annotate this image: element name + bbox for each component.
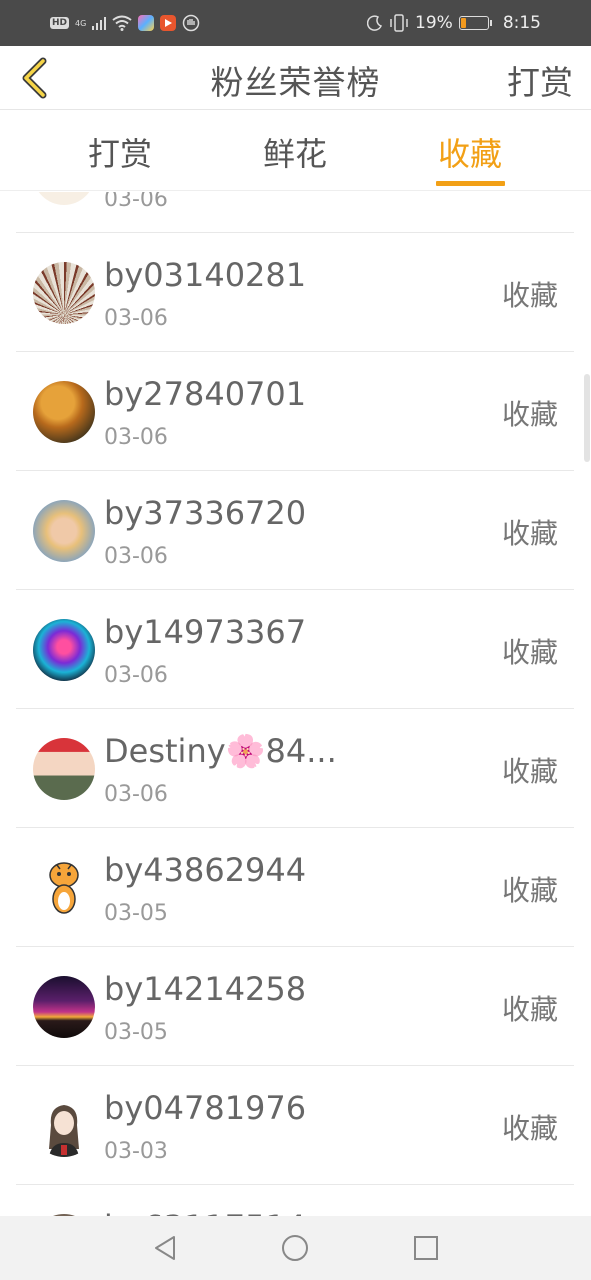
- favorite-date: 03-06: [104, 782, 168, 807]
- avatar-woman-sunglasses: [33, 500, 95, 562]
- nav-back-icon: [155, 1236, 175, 1260]
- nav-recents-icon: [414, 1236, 438, 1260]
- list-item[interactable]: by14973367 03-06 收藏: [16, 591, 574, 709]
- clock: 8:15: [502, 13, 541, 33]
- record-type: 收藏: [501, 755, 558, 788]
- header: 粉丝荣誉榜 打赏: [0, 46, 591, 110]
- favorite-date: 03-06: [104, 192, 168, 212]
- fan-list[interactable]: 03-06 by03140281 03-06 收藏 by27840701 03-…: [0, 192, 591, 1216]
- user-name: by03140281: [104, 256, 307, 294]
- avatar-sunset: [33, 976, 95, 1038]
- battery-percent: 19%: [415, 13, 453, 33]
- record-type: 收藏: [501, 279, 558, 312]
- user-name: by27840701: [104, 375, 307, 413]
- user-name: by04781976: [104, 1089, 307, 1127]
- list-item[interactable]: by37336720 03-06 收藏: [16, 472, 574, 590]
- record-type: 收藏: [501, 993, 558, 1026]
- user-name: by14973367: [104, 613, 307, 651]
- list-item[interactable]: Destiny🌸84... 03-06 收藏: [16, 710, 574, 828]
- favorite-date: 03-05: [104, 901, 168, 926]
- nav-home-icon: [282, 1235, 308, 1261]
- status-right: 19% 8:15: [367, 10, 541, 36]
- record-type: 收藏: [501, 874, 558, 907]
- user-name: by43862944: [104, 851, 307, 889]
- tab-active-indicator: [436, 181, 505, 186]
- list-item[interactable]: by14214258 03-05 收藏: [16, 948, 574, 1066]
- favorite-date: 03-06: [104, 663, 168, 688]
- list-item[interactable]: by03140281 03-06 收藏: [16, 234, 574, 352]
- reward-button[interactable]: 打赏: [507, 56, 573, 104]
- nav-back-button[interactable]: [149, 1232, 181, 1264]
- vibrate-icon: [390, 14, 408, 32]
- list-item[interactable]: by43862944 03-05 收藏: [16, 829, 574, 947]
- user-name: by63117514: [104, 1208, 306, 1216]
- video-app-icon: [160, 15, 177, 31]
- favorite-date: 03-06: [104, 544, 168, 569]
- list-item[interactable]: by04781976 03-03 收藏: [16, 1067, 574, 1185]
- tab-reward[interactable]: 打赏: [60, 129, 180, 175]
- status-bar: HD 4G 19% 8:15: [0, 0, 591, 46]
- user-name: Destiny🌸84...: [104, 732, 337, 770]
- record-type: 收藏: [501, 1112, 558, 1145]
- nav-home-button[interactable]: [279, 1232, 311, 1264]
- user-name: by37336720: [104, 494, 307, 532]
- list-item[interactable]: by27840701 03-06 收藏: [16, 353, 574, 471]
- hd-icon: HD: [50, 17, 70, 29]
- avatar-autumn-tree: [33, 381, 95, 443]
- record-type: 收藏: [501, 398, 558, 431]
- record-type: 收藏: [501, 517, 558, 550]
- signal-icon: [92, 17, 107, 30]
- wifi-icon: [112, 15, 132, 31]
- record-type: 收藏: [501, 636, 558, 669]
- app-icon: [138, 15, 155, 31]
- avatar-food: [33, 192, 95, 205]
- avatar-cartoon-tiger: [33, 857, 95, 919]
- user-name: by14214258: [104, 970, 307, 1008]
- favorite-date: 03-06: [104, 425, 168, 450]
- tab-favorites[interactable]: 收藏: [410, 129, 530, 175]
- avatar-anime-girl: [33, 1095, 95, 1157]
- favorite-date: 03-06: [104, 306, 168, 331]
- status-left: HD 4G: [50, 11, 200, 35]
- avatar-neon-art: [33, 619, 95, 681]
- nav-recents-button[interactable]: [410, 1232, 442, 1264]
- tab-flowers[interactable]: 鲜花: [235, 129, 355, 175]
- scrollbar[interactable]: [584, 374, 590, 462]
- favorite-date: 03-05: [104, 1020, 168, 1045]
- page-title: 粉丝荣誉榜: [210, 63, 381, 102]
- battery-icon: [458, 16, 492, 30]
- avatar-child-red-cap: [33, 738, 95, 800]
- moon-icon: [367, 15, 383, 31]
- network-type: 4G: [75, 18, 87, 28]
- favorite-date: 03-03: [104, 1139, 168, 1164]
- avatar-shell: [33, 262, 95, 324]
- list-item[interactable]: 03-06: [16, 192, 574, 233]
- list-item[interactable]: by63117514: [16, 1186, 574, 1216]
- hand-icon: [183, 14, 200, 32]
- navigation-bar: [0, 1216, 591, 1280]
- tab-bar: 打赏 鲜花 收藏: [0, 111, 591, 191]
